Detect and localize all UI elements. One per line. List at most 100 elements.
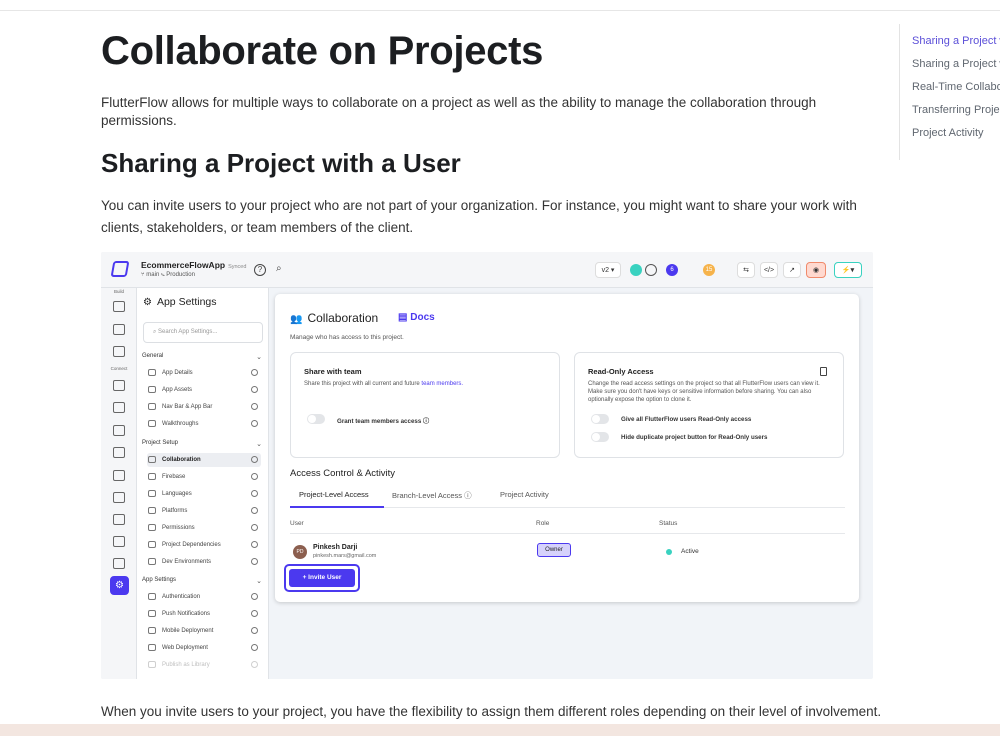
toc-item-transferring[interactable]: Transferring Projec	[900, 104, 1000, 116]
gear-icon: ⚙	[143, 297, 152, 308]
sidebar-item-push-notifications: Push Notifications	[147, 607, 261, 621]
section-project-setup: Project Setup ⌄	[142, 440, 262, 448]
read-only-box: Read-Only Access Change the read access …	[574, 352, 844, 458]
hide-duplicate-label: Hide duplicate project button for Read-O…	[621, 434, 768, 441]
preview-eye-icon: ◉	[806, 262, 826, 278]
people-icon: 👥	[290, 314, 303, 325]
api-icon	[113, 402, 125, 413]
user-email: pinkesh.mars@gmail.com	[313, 553, 377, 559]
run-icon: ⚡▾	[834, 262, 862, 278]
sidebar-item-nav-bar: Nav Bar & App Bar	[147, 400, 261, 414]
components-icon	[113, 346, 125, 357]
app-toolbar: EcommerceFlowApp Synced ⑂ main ✎ Producti…	[101, 252, 873, 288]
list-icon	[113, 324, 125, 335]
read-only-text: Change the read access settings on the p…	[588, 381, 820, 403]
grant-access-toggle	[307, 414, 325, 424]
share-icon: ↗	[783, 262, 801, 278]
widget-tree-icon	[113, 301, 125, 312]
sidebar-item-collaboration: Collaboration	[147, 453, 261, 467]
page-title: Collaborate on Projects	[101, 29, 544, 73]
toc-item-sharing-user[interactable]: Sharing a Project w	[900, 35, 1000, 47]
database-icon	[113, 380, 125, 391]
copy-icon	[820, 367, 827, 376]
sidebar-item-dependencies: Project Dependencies	[147, 538, 261, 552]
branch-icon: ⇆	[737, 262, 755, 278]
invite-user-button: + Invite User	[289, 569, 355, 587]
table-of-contents: Sharing a Project w Sharing a Project w …	[899, 24, 1000, 160]
access-control-heading: Access Control & Activity	[290, 468, 396, 479]
invite-user-highlight: + Invite User	[284, 564, 360, 592]
avatar: PD	[293, 545, 307, 559]
sidebar-item-app-assets: App Assets	[147, 383, 261, 397]
rail-build-label: Build	[113, 289, 124, 294]
sidebar-item-permissions: Permissions	[147, 521, 261, 535]
read-only-toggle	[591, 414, 609, 424]
flutterflow-logo-icon	[110, 261, 130, 277]
settings-gear-icon: ⚙	[110, 576, 129, 595]
theme-icon	[113, 558, 125, 569]
top-divider	[0, 10, 1000, 11]
warning-badge: 15	[703, 264, 715, 276]
help-icon: ?	[254, 264, 266, 276]
chat-icon	[645, 264, 657, 276]
sidebar-item-walkthroughs: Walkthroughs	[147, 417, 261, 431]
tab-project-level: Project-Level Access	[299, 490, 369, 499]
settings-search: ⌕ Search App Settings...	[143, 322, 263, 343]
sidebar-item-publish-library: Publish as Library	[147, 658, 261, 672]
sidebar-item-dev-environments: Dev Environments	[147, 555, 261, 569]
column-status: Status	[659, 520, 678, 527]
nav-rail: Build Connect ⚙	[101, 288, 137, 679]
read-only-title: Read-Only Access	[588, 367, 654, 376]
status-text: Active	[681, 548, 699, 555]
media-icon	[113, 425, 125, 436]
toc-item-realtime[interactable]: Real-Time Collabor	[900, 81, 1000, 93]
active-tab-indicator	[290, 506, 384, 508]
check-icon	[630, 264, 642, 276]
sidebar-item-languages: Languages	[147, 487, 261, 501]
collab-subtitle: Manage who has access to this project.	[290, 334, 404, 341]
sidebar-item-authentication: Authentication	[147, 590, 261, 604]
share-team-text: Share this project with all current and …	[304, 381, 464, 387]
intro-paragraph: FlutterFlow allows for multiple ways to …	[101, 95, 817, 128]
toc-item-activity[interactable]: Project Activity	[900, 127, 1000, 139]
share-team-title: Share with team	[304, 367, 362, 376]
table-divider	[290, 533, 845, 534]
search-icon: ⌕	[276, 263, 282, 274]
settings-sidebar: ⚙ App Settings ⌕ Search App Settings... G…	[137, 288, 269, 679]
tab-branch-level: Branch-Level Access ⓘ	[392, 491, 472, 500]
grant-access-label: Grant team members access ⓘ	[337, 418, 430, 425]
hide-duplicate-toggle	[591, 432, 609, 442]
os-taskbar	[0, 724, 1000, 736]
app-name: EcommerceFlowApp Synced	[141, 260, 247, 270]
actions-icon	[113, 492, 125, 503]
access-tabs: Project-Level Access Branch-Level Access…	[290, 488, 845, 508]
role-badge: Owner	[537, 543, 571, 557]
column-user: User	[290, 520, 304, 527]
image-icon	[113, 470, 125, 481]
sidebar-item-mobile-deployment: Mobile Deployment	[147, 624, 261, 638]
section-general: General ⌄	[142, 353, 262, 361]
user-name: Pinkesh Darji	[313, 544, 358, 551]
branch-info: ⑂ main ✎ Production	[141, 272, 195, 278]
collab-title: 👥 Collaboration	[290, 311, 379, 325]
section-paragraph: You can invite users to your project who…	[101, 198, 857, 235]
sidebar-item-app-details: App Details	[147, 366, 261, 380]
section-app-settings: App Settings ⌄	[142, 577, 262, 585]
after-paragraph: When you invite users to your project, y…	[101, 704, 882, 719]
integrations-icon	[113, 447, 125, 458]
notification-badge: 6	[666, 264, 678, 276]
column-role: Role	[536, 520, 550, 527]
rail-connect-label: Connect	[110, 366, 128, 371]
test-icon	[113, 536, 125, 547]
collaboration-card: 👥 Collaboration ▤ Docs Manage who has acc…	[275, 294, 859, 602]
sidebar-item-web-deployment: Web Deployment	[147, 641, 261, 655]
sidebar-title: ⚙ App Settings	[143, 296, 217, 308]
sidebar-item-platforms: Platforms	[147, 504, 261, 518]
section-heading: Sharing a Project with a User	[101, 148, 461, 178]
toc-item-sharing-team[interactable]: Sharing a Project w	[900, 58, 1000, 70]
doc-content: Collaborate on Projects FlutterFlow allo…	[101, 28, 881, 719]
version-select: v2 ▾	[595, 262, 621, 278]
tab-project-activity: Project Activity	[500, 490, 549, 499]
read-only-toggle-label: Give all FlutterFlow users Read-Only acc…	[621, 416, 752, 423]
cloud-icon	[113, 514, 125, 525]
